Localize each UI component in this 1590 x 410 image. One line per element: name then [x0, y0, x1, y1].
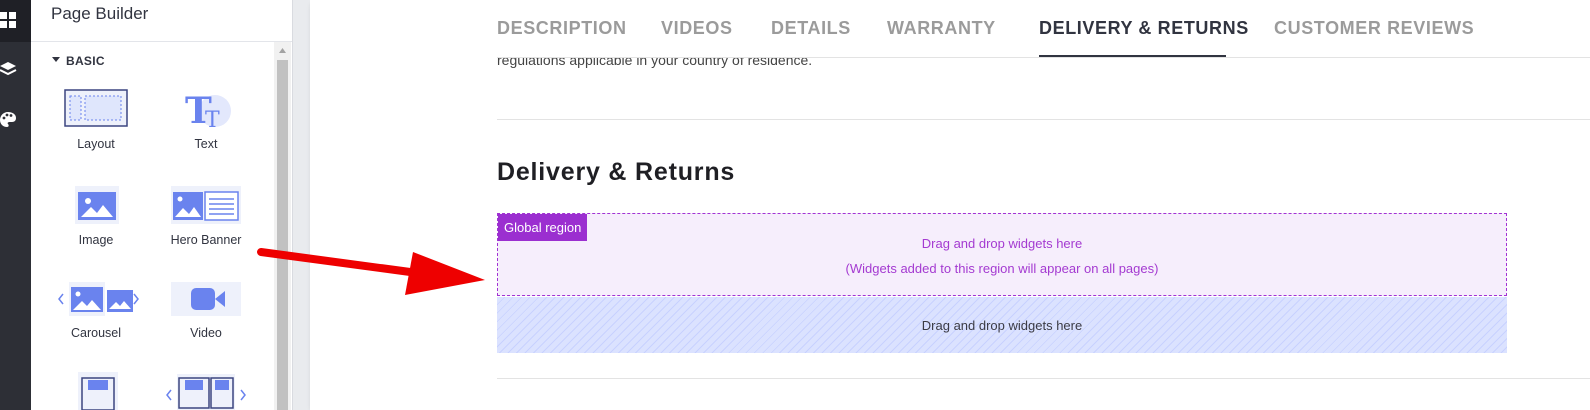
divider	[497, 378, 1590, 379]
tab-delivery-returns[interactable]: DELIVERY & RETURNS	[1039, 18, 1249, 39]
divider	[497, 57, 1590, 58]
panel-scrollbar[interactable]	[274, 42, 291, 410]
page-canvas: regulations applicable in your country o…	[310, 0, 1590, 410]
text-icon: T T	[185, 90, 231, 131]
widget-text[interactable]: T T Text	[151, 85, 261, 155]
widget-layout[interactable]: Layout	[41, 85, 151, 155]
divider	[497, 119, 1590, 120]
tab-warranty[interactable]: WARRANTY	[887, 18, 996, 39]
palette-icon[interactable]	[0, 111, 20, 131]
widget-label: Hero Banner	[170, 233, 242, 247]
divider	[31, 41, 292, 42]
widget-label: Layout	[77, 137, 115, 151]
product-tabs: DESCRIPTION VIDEOS DETAILS WARRANTY DELI…	[497, 0, 1590, 58]
scroll-thumb[interactable]	[277, 60, 288, 410]
layers-icon[interactable]	[0, 60, 20, 80]
dropzone-hint: Drag and drop widgets here	[921, 236, 1083, 251]
left-rail	[0, 0, 31, 410]
widget-label: Image	[78, 233, 114, 247]
dropzone-note: (Widgets added to this region will appea…	[845, 261, 1159, 276]
widget-label: Carousel	[70, 326, 122, 340]
section-basic-label[interactable]: BASIC	[66, 54, 105, 68]
widget-image[interactable]: Image	[41, 182, 151, 252]
tab-customer-reviews[interactable]: CUSTOMER REVIEWS	[1274, 18, 1474, 39]
partial-widget-icon[interactable]	[163, 372, 249, 410]
layout-icon	[64, 89, 128, 127]
section-heading: Delivery & Returns	[497, 158, 736, 186]
page-builder-panel: Page Builder BASIC Layout T T Text Image	[31, 0, 293, 410]
svg-text:T: T	[205, 108, 220, 131]
partial-widget-icon[interactable]	[78, 372, 118, 410]
panel-title: Page Builder	[51, 4, 149, 23]
tab-videos[interactable]: VIDEOS	[661, 18, 733, 39]
widget-video[interactable]: Video	[151, 276, 261, 346]
hero-banner-icon	[171, 186, 241, 224]
caret-down-icon[interactable]	[52, 57, 60, 62]
red-arrow-annotation	[257, 248, 485, 295]
widgets-icon	[0, 12, 16, 28]
scroll-up-icon[interactable]	[274, 42, 291, 59]
image-icon	[75, 186, 119, 224]
global-region-dropzone[interactable]: Global region Drag and drop widgets here…	[497, 213, 1507, 296]
tab-description[interactable]: DESCRIPTION	[497, 18, 627, 39]
widget-label: Video	[190, 326, 222, 340]
widget-dropzone[interactable]: Drag and drop widgets here	[497, 297, 1507, 353]
widget-hero-banner[interactable]: Hero Banner	[151, 182, 261, 252]
dropzone-hint: Drag and drop widgets here	[921, 318, 1083, 333]
rail-active-item[interactable]	[0, 0, 31, 42]
carousel-icon	[58, 282, 139, 316]
video-icon	[171, 282, 241, 316]
widget-carousel[interactable]: Carousel	[41, 276, 151, 346]
widget-label: Text	[194, 137, 218, 151]
tab-details[interactable]: DETAILS	[771, 18, 851, 39]
